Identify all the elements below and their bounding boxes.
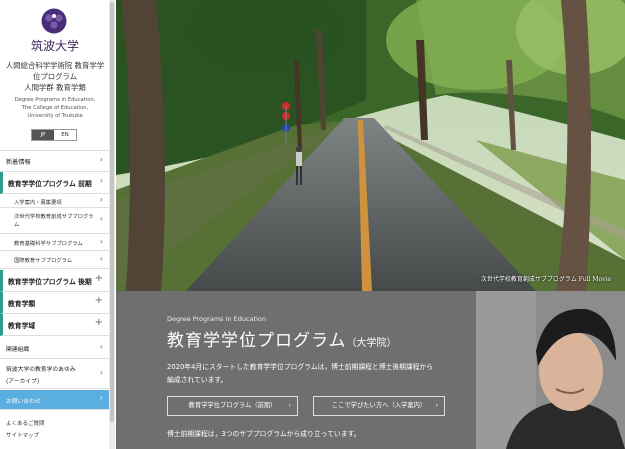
band-title-main: 教育学学位プログラム bbox=[167, 331, 347, 351]
chevron-right-icon: › bbox=[435, 402, 438, 409]
nav-sub-admission[interactable]: 入学案内・募集要項 › bbox=[0, 194, 109, 208]
hero-video[interactable]: 次世代学校教育創成サブプログラム Full Movie bbox=[116, 0, 625, 291]
faculty-line: 位プログラム bbox=[32, 72, 78, 81]
lang-en-button[interactable]: EN bbox=[54, 130, 76, 140]
sidebar: 筑波大学 人間総合科学学術院 教育学学 位プログラム 人間学群 教育学類 Deg… bbox=[0, 0, 111, 449]
chevron-right-icon: › bbox=[99, 368, 103, 377]
band-english-title: Degree Programs in Education bbox=[167, 315, 266, 323]
english-name: Degree Programs in Education, The Colleg… bbox=[0, 96, 110, 120]
admission-button-label: ここで学びたい方へ（入学案内） bbox=[331, 402, 427, 409]
nav-contact-label: お問い合わせ bbox=[6, 399, 41, 405]
faculty-name: 人間総合科学学術院 教育学学 位プログラム 人間学群 教育学類 bbox=[4, 60, 106, 93]
nav-program-master-label: 教育学学位プログラム 前期 bbox=[8, 180, 92, 188]
sidebar-scrollbar[interactable] bbox=[109, 0, 115, 449]
nav-sub-label: 教育基礎科学サブプログラム bbox=[14, 241, 83, 247]
chevron-right-icon: › bbox=[99, 214, 103, 223]
band-description-line: 編成されています。 bbox=[167, 376, 228, 384]
nav-history-label: (アーカイブ) bbox=[6, 379, 40, 385]
language-switch: JP EN bbox=[31, 129, 77, 141]
chevron-right-icon: › bbox=[99, 237, 103, 246]
nav-contact[interactable]: お問い合わせ › bbox=[0, 390, 109, 410]
band-title: 教育学学位プログラム（大学院） bbox=[167, 326, 397, 351]
nav-program-doctor[interactable]: 教育学学位プログラム 後期 + bbox=[0, 270, 109, 292]
nav-related[interactable]: 関連組織 › bbox=[0, 338, 109, 359]
band-title-suffix: （大学院） bbox=[346, 338, 397, 349]
english-line: The College of Education, bbox=[21, 105, 89, 111]
nav-history[interactable]: 筑波大学の教育学のあゆみ (アーカイブ) › bbox=[0, 359, 109, 389]
nav-news[interactable]: 新着情報 › bbox=[0, 150, 109, 172]
nav-domain[interactable]: 教育学域 + bbox=[0, 314, 109, 336]
university-logo-icon[interactable] bbox=[41, 8, 67, 34]
admission-button[interactable]: ここで学びたい方へ（入学案内） › bbox=[313, 396, 445, 416]
lang-jp-button[interactable]: JP bbox=[32, 130, 54, 140]
nav-sub-label: 次世代学校教育創成サブプログラム bbox=[14, 214, 94, 228]
university-name: 筑波大学 bbox=[30, 39, 79, 53]
faculty-line: 人間学群 教育学類 bbox=[24, 83, 86, 92]
nav-program-master[interactable]: 教育学学位プログラム 前期 › bbox=[0, 172, 109, 194]
chevron-right-icon: › bbox=[99, 393, 103, 402]
nav-sub-label: 国際教育サブプログラム bbox=[14, 258, 73, 264]
chevron-right-icon: › bbox=[99, 176, 103, 185]
nav-related-label: 関連組織 bbox=[6, 347, 30, 353]
nav-sub-next-gen[interactable]: 次世代学校教育創成サブプログラム › bbox=[0, 208, 109, 234]
nav-news-label: 新着情報 bbox=[6, 159, 31, 166]
band-description-line: 2020年4月にスタートした教育学学位プログラムは，博士前期課程と博士後期課程か… bbox=[167, 363, 434, 371]
plus-icon: + bbox=[94, 273, 103, 284]
chevron-right-icon: › bbox=[99, 195, 103, 204]
program-band: Degree Programs in Education 教育学学位プログラム（… bbox=[116, 291, 625, 449]
nav-domain-label: 教育学域 bbox=[8, 322, 36, 330]
nav-college[interactable]: 教育学類 + bbox=[0, 292, 109, 314]
scrollbar-thumb[interactable] bbox=[110, 2, 114, 422]
sitemap-link[interactable]: サイトマップ bbox=[6, 431, 39, 439]
campus-road-photo bbox=[116, 0, 625, 291]
faq-link[interactable]: よくあるご質問 bbox=[6, 419, 45, 427]
faculty-line: 人間総合科学学術院 教育学学 bbox=[5, 61, 105, 70]
nav-sub-international[interactable]: 国際教育サブプログラム › bbox=[0, 251, 109, 269]
chevron-right-icon: › bbox=[288, 402, 291, 409]
student-photo bbox=[476, 291, 625, 449]
plus-icon: + bbox=[94, 295, 103, 306]
nav-history-label: 筑波大学の教育学のあゆみ bbox=[6, 367, 76, 373]
english-line: Degree Programs in Education, bbox=[14, 97, 96, 103]
chevron-right-icon: › bbox=[99, 254, 103, 263]
nav-sub-foundation[interactable]: 教育基礎科学サブプログラム › bbox=[0, 234, 109, 251]
band-description: 2020年4月にスタートした教育学学位プログラムは，博士前期課程と博士後期課程か… bbox=[167, 361, 467, 387]
plus-icon: + bbox=[94, 317, 103, 328]
nav-program-doctor-label: 教育学学位プログラム 後期 bbox=[8, 278, 92, 286]
english-line: University of Tsukuba bbox=[27, 113, 83, 119]
hero-caption: 次世代学校教育創成サブプログラム Full Movie bbox=[480, 276, 611, 283]
master-program-button[interactable]: 教育学学位プログラム（前期） › bbox=[167, 396, 298, 416]
nav-sub-label: 入学案内・募集要項 bbox=[14, 200, 62, 206]
band-footer-text: 博士前期課程は，3つのサブプログラムから成り立っています。 bbox=[167, 430, 361, 438]
nav-college-label: 教育学類 bbox=[8, 300, 36, 308]
chevron-right-icon: › bbox=[99, 342, 103, 351]
master-program-button-label: 教育学学位プログラム（前期） bbox=[188, 402, 277, 409]
chevron-right-icon: › bbox=[99, 155, 103, 164]
